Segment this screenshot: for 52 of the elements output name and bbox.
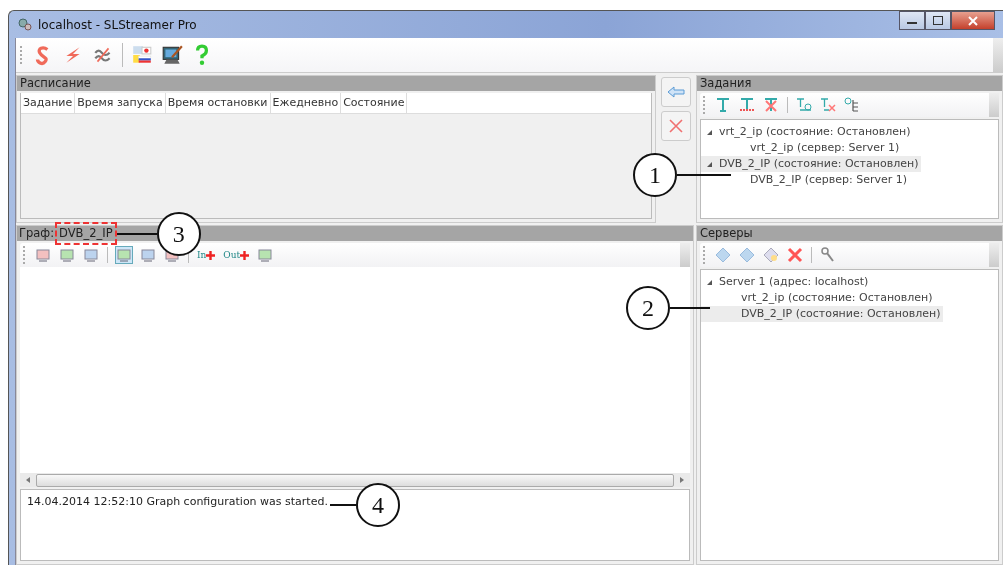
column-header[interactable]: Ежедневно bbox=[270, 93, 342, 113]
column-header[interactable]: Время запуска bbox=[75, 93, 166, 113]
task-group-icon[interactable] bbox=[796, 97, 812, 113]
scroll-left-icon[interactable] bbox=[24, 476, 32, 484]
delete-task-icon[interactable] bbox=[763, 97, 779, 113]
diamond-icon[interactable] bbox=[739, 247, 755, 263]
gears-icon bbox=[17, 16, 33, 33]
maximize-icon bbox=[933, 16, 943, 25]
cross-icon bbox=[669, 119, 683, 133]
move-left-button[interactable] bbox=[661, 77, 691, 107]
leader-line bbox=[670, 307, 710, 309]
expander-icon[interactable] bbox=[707, 279, 712, 285]
monitor-pencil-icon[interactable] bbox=[161, 44, 183, 66]
window-title: localhost - SLStreamer Pro bbox=[38, 17, 197, 32]
panel-title: Серверы bbox=[700, 226, 753, 241]
add-port-button[interactable]: Out bbox=[223, 250, 250, 260]
tree-item[interactable]: DVB_2_IP (состояние: Остановлен) bbox=[701, 306, 944, 322]
panel-title: Расписание bbox=[20, 76, 91, 91]
leader-line bbox=[677, 174, 731, 176]
delete-icon[interactable] bbox=[787, 247, 803, 263]
leader-line bbox=[329, 504, 356, 506]
column-header[interactable]: Состояние bbox=[341, 93, 408, 113]
callout-number: 4 bbox=[355, 483, 400, 527]
tree-item[interactable]: vrt_2_ip (сервер: Server 1) bbox=[701, 140, 903, 156]
tree-item[interactable]: vrt_2_ip (состояние: Остановлен) bbox=[701, 290, 936, 306]
plus-icon bbox=[240, 251, 250, 260]
delete-button[interactable] bbox=[661, 111, 691, 141]
panel-title: Задания bbox=[700, 76, 752, 91]
maximize-button[interactable] bbox=[925, 11, 951, 30]
arrow-left-icon bbox=[667, 86, 685, 98]
plus-icon bbox=[206, 251, 216, 260]
graph-label: Граф: bbox=[19, 226, 55, 241]
close-button[interactable] bbox=[951, 11, 995, 30]
scroll-right-icon[interactable] bbox=[678, 476, 686, 484]
log-message: 14.04.2014 12:52:10 Graph configuration was started. bbox=[27, 495, 328, 508]
horizontal-scrollbar[interactable] bbox=[20, 473, 690, 487]
diamond-icon[interactable] bbox=[715, 247, 731, 263]
diamond-icon[interactable] bbox=[763, 247, 779, 263]
tree-icon[interactable] bbox=[844, 97, 860, 113]
minimize-button[interactable] bbox=[899, 11, 925, 30]
wrench-icon[interactable] bbox=[820, 247, 836, 263]
expander-icon[interactable] bbox=[707, 161, 712, 167]
expander-icon[interactable] bbox=[707, 129, 712, 135]
column-header[interactable]: Задание bbox=[21, 93, 76, 113]
close-icon bbox=[968, 15, 978, 26]
rename-task-icon[interactable] bbox=[739, 97, 755, 113]
tree-item[interactable]: DVB_2_IP (сервер: Server 1) bbox=[701, 172, 911, 188]
task-ungroup-icon[interactable] bbox=[820, 97, 836, 113]
leader-line bbox=[116, 233, 157, 235]
column-header[interactable]: Время остановки bbox=[165, 93, 271, 113]
flags-icon[interactable] bbox=[131, 44, 153, 66]
add-task-icon[interactable] bbox=[715, 97, 731, 113]
